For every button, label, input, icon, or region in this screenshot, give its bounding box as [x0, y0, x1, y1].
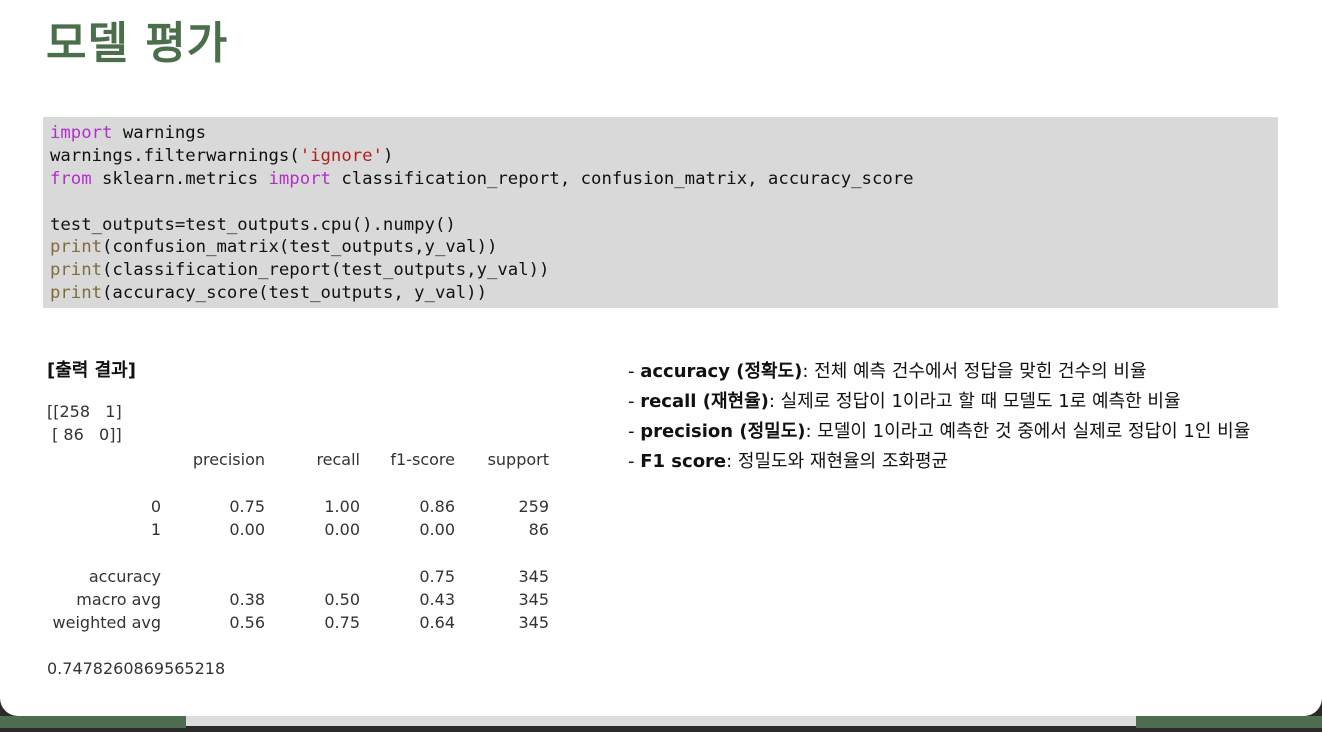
definition-item: - precision (정밀도): 모델이 1이라고 예측한 것 중에서 실제… — [628, 417, 1278, 447]
confusion-matrix-row: [[258 1] — [47, 402, 122, 421]
report-cell-support: 86 — [528, 520, 549, 539]
code-builtin: print — [50, 237, 103, 258]
code-line: test_outputs=test_outputs.cpu().numpy() — [50, 214, 456, 235]
report-cell-f1: 0.86 — [419, 497, 455, 516]
definition-text: : 전체 예측 건수에서 정답을 맞힌 건수의 비율 — [802, 361, 1147, 382]
definition-text: : 실제로 정답이 1이라고 할 때 모델도 1로 예측한 비율 — [768, 391, 1181, 412]
definition-dash: - — [628, 361, 641, 382]
report-cell-precision: 0.75 — [229, 497, 265, 516]
page-title: 모델 평가 — [46, 18, 229, 69]
slide: 모델 평가 import warnings warnings.filterwar… — [0, 0, 1322, 716]
definition-item: - recall (재현율): 실제로 정답이 1이라고 할 때 모델도 1로 … — [628, 387, 1278, 417]
report-row-label: weighted avg — [52, 613, 161, 632]
code-text: warnings.filterwarnings( — [50, 145, 300, 166]
report-cell-support: 345 — [518, 590, 549, 609]
report-row-label: macro avg — [76, 590, 161, 609]
code-line: print(accuracy_score(test_outputs, y_val… — [50, 282, 1278, 305]
code-text: sklearn.metrics — [91, 168, 269, 189]
code-line: warnings.filterwarnings('ignore') — [50, 145, 1278, 168]
report-cell-precision: 0.38 — [229, 590, 265, 609]
code-text: (classification_report(test_outputs,y_va… — [102, 260, 550, 281]
code-text: ) — [382, 145, 394, 166]
code-text: warnings — [112, 123, 207, 143]
report-cell-support: 345 — [518, 567, 549, 586]
definition-item: - accuracy (정확도): 전체 예측 건수에서 정답을 맞힌 건수의 … — [628, 357, 1278, 387]
code-text: classification_report, confusion_matrix,… — [330, 168, 914, 189]
report-cell-f1: 0.00 — [419, 520, 455, 539]
report-header-precision: precision — [192, 450, 265, 469]
code-line: print(classification_report(test_outputs… — [50, 259, 1278, 282]
code-builtin: print — [50, 283, 103, 304]
code-block: import warnings warnings.filterwarnings(… — [43, 117, 1278, 308]
report-header-support: support — [487, 450, 549, 469]
definition-term: F1 score — [640, 451, 727, 472]
report-cell-precision: 0.56 — [229, 613, 265, 632]
code-keyword: from — [50, 168, 92, 189]
definition-term: precision (정밀도) — [640, 421, 806, 442]
report-cell-f1: 0.43 — [419, 590, 455, 609]
definition-dash: - — [628, 391, 641, 412]
report-header-recall: recall — [316, 450, 360, 469]
report-row-label: 0 — [150, 497, 161, 516]
report-header-f1: f1-score — [390, 450, 455, 469]
code-string: 'ignore' — [299, 145, 383, 166]
definition-term: accuracy (정확도) — [640, 361, 803, 382]
definition-item: - F1 score: 정밀도와 재현율의 조화평균 — [628, 447, 1278, 477]
bottom-bar-right-segment — [1136, 716, 1322, 728]
metric-definitions: - accuracy (정확도): 전체 예측 건수에서 정답을 맞힌 건수의 … — [628, 357, 1278, 477]
definition-term: recall (재현율) — [640, 391, 769, 412]
output-title: [출력 결과] — [47, 360, 136, 381]
bottom-bar — [0, 716, 1322, 732]
report-cell-recall: 0.75 — [324, 613, 360, 632]
confusion-matrix-row: [ 86 0]] — [47, 425, 122, 444]
definition-text: : 모델이 1이라고 예측한 것 중에서 실제로 정답이 1인 비율 — [805, 421, 1251, 442]
report-cell-f1: 0.64 — [419, 613, 455, 632]
report-row-label: 1 — [150, 520, 161, 539]
report-cell-recall: 0.50 — [324, 590, 360, 609]
bottom-bar-left-segment — [0, 716, 186, 728]
code-line: print(confusion_matrix(test_outputs,y_va… — [50, 236, 1278, 259]
accuracy-score-output: 0.7478260869565218 — [47, 659, 226, 678]
report-row-label: accuracy — [88, 567, 161, 586]
report-cell-support: 259 — [518, 497, 549, 516]
code-line: from sklearn.metrics import classificati… — [50, 168, 1278, 191]
report-cell-recall: 1.00 — [324, 497, 360, 516]
bottom-bar-middle-segment — [186, 716, 1136, 726]
report-cell-f1: 0.75 — [419, 567, 455, 586]
report-cell-recall: 0.00 — [324, 520, 360, 539]
report-cell-support: 345 — [518, 613, 549, 632]
definition-dash: - — [628, 421, 641, 442]
code-keyword: import — [268, 168, 331, 189]
code-keyword: import — [50, 123, 113, 143]
definition-dash: - — [628, 451, 641, 472]
report-cell-precision: 0.00 — [229, 520, 265, 539]
definition-text: : 정밀도와 재현율의 조화평균 — [726, 451, 949, 472]
code-builtin: print — [50, 260, 103, 281]
code-text: (accuracy_score(test_outputs, y_val)) — [102, 283, 487, 304]
code-text: (confusion_matrix(test_outputs,y_val)) — [102, 237, 498, 258]
code-line: import warnings — [50, 122, 1278, 145]
